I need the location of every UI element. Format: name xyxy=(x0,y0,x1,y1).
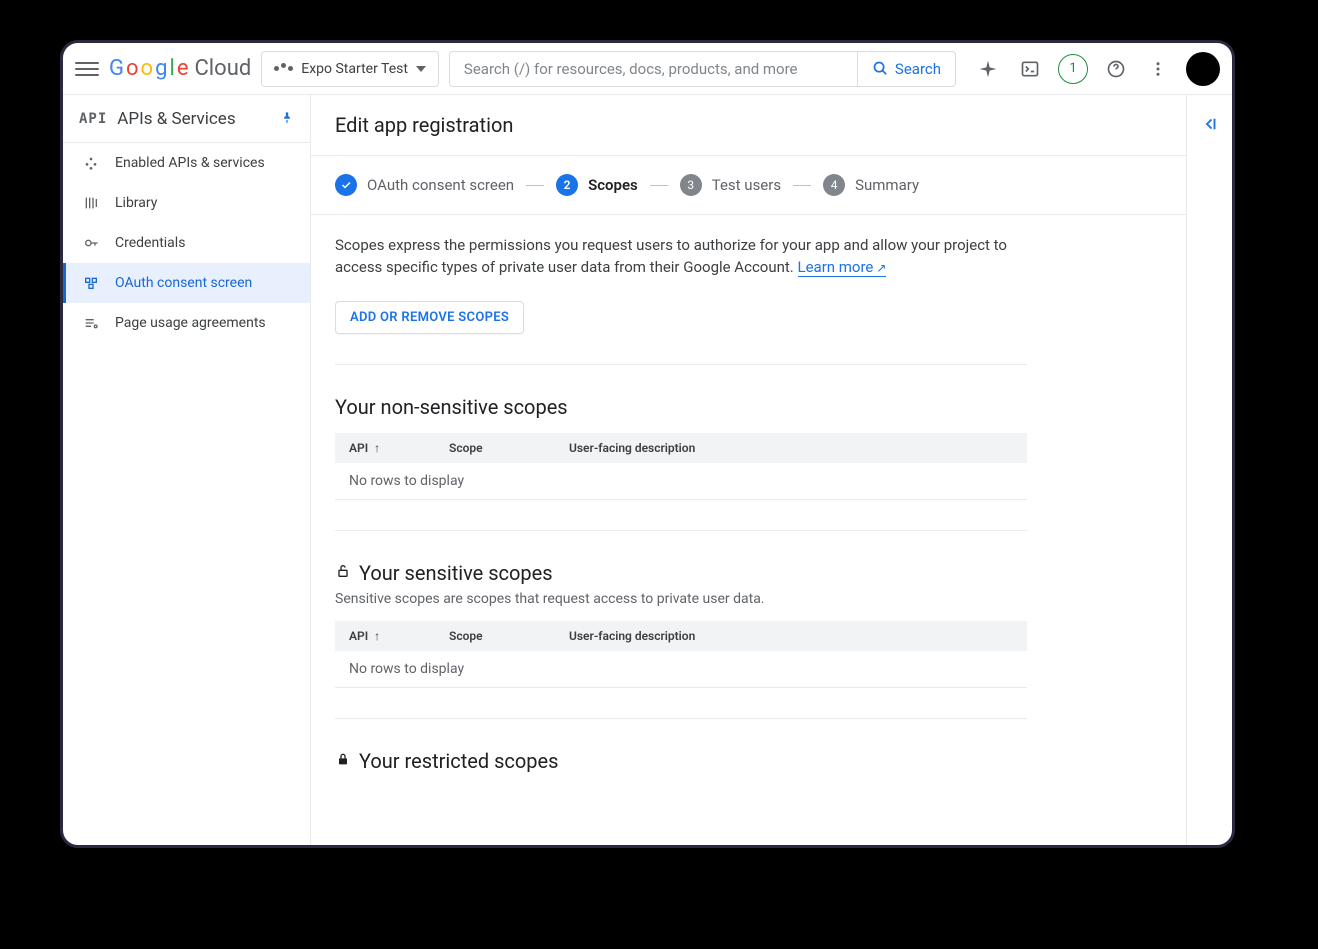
step-divider xyxy=(793,185,811,186)
gemini-icon[interactable] xyxy=(974,55,1002,83)
step-divider xyxy=(650,185,668,186)
sidebar: API APIs & Services Enabled APIs & servi… xyxy=(63,95,311,845)
project-icon xyxy=(274,66,293,71)
sort-up-icon: ↑ xyxy=(374,629,380,643)
step-label: Summary xyxy=(855,176,919,194)
add-remove-scopes-button[interactable]: ADD OR REMOVE SCOPES xyxy=(335,301,524,334)
step-label: Test users xyxy=(712,176,781,194)
right-rail xyxy=(1186,95,1232,845)
collapse-panel-button[interactable] xyxy=(1201,115,1219,845)
th-api[interactable]: API↑ xyxy=(335,629,435,643)
nav-menu-button[interactable] xyxy=(75,57,99,81)
sidebar-item-label: OAuth consent screen xyxy=(115,275,252,291)
sensitive-scopes-heading: Your sensitive scopes xyxy=(335,561,1027,585)
sidebar-item-credentials[interactable]: Credentials xyxy=(63,223,310,263)
scopes-description: Scopes express the permissions you reque… xyxy=(335,235,1027,279)
step-test-users[interactable]: 3 Test users xyxy=(680,174,781,196)
pin-icon[interactable] xyxy=(280,109,294,128)
library-icon xyxy=(81,195,101,211)
search-input[interactable] xyxy=(450,60,857,78)
th-description[interactable]: User-facing description xyxy=(555,441,709,455)
step-number: 2 xyxy=(556,174,578,196)
help-icon[interactable] xyxy=(1102,55,1130,83)
non-sensitive-scopes-heading: Your non-sensitive scopes xyxy=(335,395,1027,419)
step-label: Scopes xyxy=(588,176,638,194)
sensitive-subtitle: Sensitive scopes are scopes that request… xyxy=(335,591,1027,607)
th-description[interactable]: User-facing description xyxy=(555,629,709,643)
cloud-shell-icon[interactable] xyxy=(1016,55,1044,83)
stepper: OAuth consent screen 2 Scopes 3 Test use… xyxy=(311,156,1186,215)
google-cloud-logo[interactable]: Google Cloud xyxy=(109,56,251,81)
sidebar-item-label: Credentials xyxy=(115,235,185,251)
logo-cloud-text: Cloud xyxy=(194,56,251,81)
step-label: OAuth consent screen xyxy=(367,176,514,194)
learn-more-link[interactable]: Learn more↗ xyxy=(798,258,887,277)
more-icon[interactable] xyxy=(1144,55,1172,83)
step-summary[interactable]: 4 Summary xyxy=(823,174,919,196)
sidebar-item-label: Page usage agreements xyxy=(115,315,266,331)
table-header: API↑ Scope User-facing description xyxy=(335,433,1027,463)
divider xyxy=(335,364,1027,365)
sidebar-item-label: Enabled APIs & services xyxy=(115,155,265,171)
restricted-scopes-heading: Your restricted scopes xyxy=(335,749,1027,773)
lock-icon xyxy=(335,751,351,771)
main-content: Edit app registration OAuth consent scre… xyxy=(311,95,1186,845)
step-number: 3 xyxy=(680,174,702,196)
external-link-icon: ↗ xyxy=(876,261,886,275)
table-header: API↑ Scope User-facing description xyxy=(335,621,1027,651)
agreements-icon xyxy=(81,315,101,331)
step-divider xyxy=(526,185,544,186)
sidebar-item-library[interactable]: Library xyxy=(63,183,310,223)
divider xyxy=(335,718,1027,719)
project-name: Expo Starter Test xyxy=(301,61,408,77)
step-number: 4 xyxy=(823,174,845,196)
step-oauth-consent[interactable]: OAuth consent screen xyxy=(335,174,514,196)
sidebar-item-oauth-consent[interactable]: OAuth consent screen xyxy=(63,263,310,303)
search-bar: Search xyxy=(449,51,956,87)
notifications-badge[interactable]: 1 xyxy=(1058,54,1088,84)
search-button[interactable]: Search xyxy=(857,52,955,86)
th-scope[interactable]: Scope xyxy=(435,441,555,455)
consent-icon xyxy=(81,275,101,291)
account-avatar[interactable] xyxy=(1186,52,1220,86)
search-button-label: Search xyxy=(895,60,941,78)
product-title: APIs & Services xyxy=(117,109,270,129)
project-picker[interactable]: Expo Starter Test xyxy=(261,51,439,87)
check-icon xyxy=(335,174,357,196)
product-badge: API xyxy=(79,111,107,127)
sidebar-item-enabled-apis[interactable]: Enabled APIs & services xyxy=(63,143,310,183)
empty-row: No rows to display xyxy=(335,463,1027,500)
th-api[interactable]: API↑ xyxy=(335,441,435,455)
empty-row: No rows to display xyxy=(335,651,1027,688)
lock-open-icon xyxy=(335,563,351,583)
page-title: Edit app registration xyxy=(311,95,1186,156)
key-icon xyxy=(81,235,101,251)
divider xyxy=(335,530,1027,531)
step-scopes[interactable]: 2 Scopes xyxy=(556,174,638,196)
sort-up-icon: ↑ xyxy=(374,441,380,455)
sidebar-item-page-usage[interactable]: Page usage agreements xyxy=(63,303,310,343)
enabled-apis-icon xyxy=(81,155,101,171)
th-scope[interactable]: Scope xyxy=(435,629,555,643)
caret-down-icon xyxy=(416,66,426,72)
sidebar-item-label: Library xyxy=(115,195,157,211)
search-icon xyxy=(872,60,889,77)
